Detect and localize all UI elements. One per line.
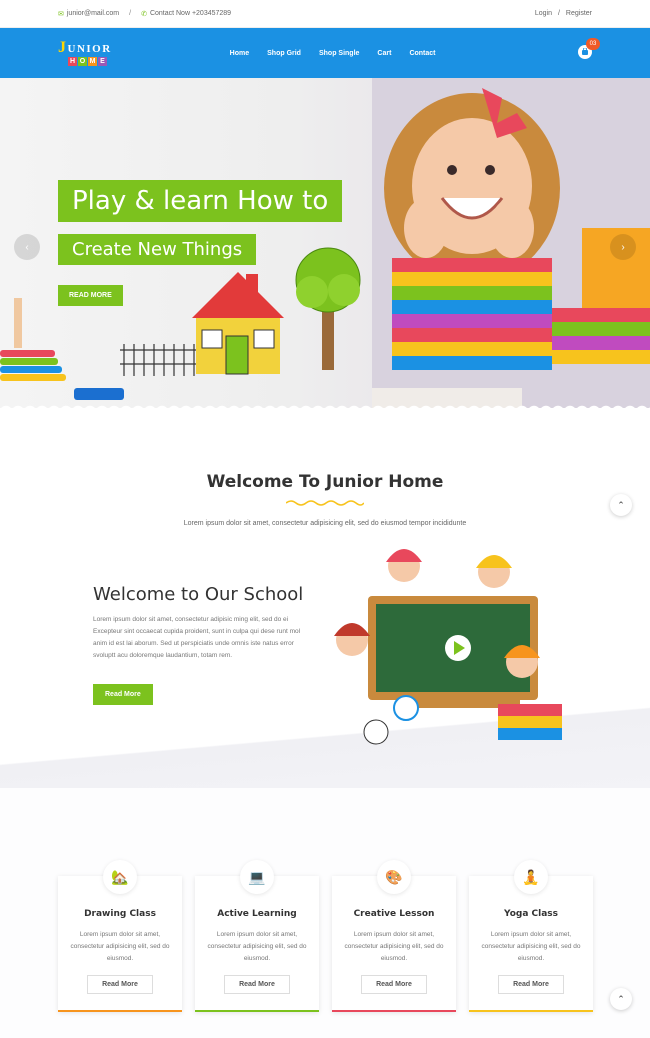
class-card-drawing: 🏡 Drawing Class Lorem ipsum dolor sit am… — [58, 860, 182, 1012]
scroll-top-button[interactable]: ⌃ — [610, 494, 632, 516]
class-read-more-button[interactable]: Read More — [87, 975, 153, 994]
mail-icon: ✉ — [58, 10, 64, 18]
phone-icon: ✆ — [141, 10, 147, 18]
card-accent-bar — [58, 1010, 182, 1012]
register-link[interactable]: Register — [566, 10, 592, 17]
nav-home[interactable]: Home — [230, 50, 249, 57]
separator: / — [557, 10, 560, 17]
hero-headline: Play & learn How to — [58, 180, 343, 222]
nav-shop-single[interactable]: Shop Single — [319, 50, 359, 57]
contact-info[interactable]: ✆ Contact Now +203457289 — [141, 10, 231, 18]
yoga-icon: 🧘 — [514, 860, 548, 894]
class-read-more-button[interactable]: Read More — [498, 975, 564, 994]
email-info[interactable]: ✉ junior@mail.com — [58, 10, 119, 18]
chevron-left-icon: ‹ — [25, 241, 29, 253]
class-card-yoga: 🧘 Yoga Class Lorem ipsum dolor sit amet,… — [469, 860, 593, 1012]
nav-shop-grid[interactable]: Shop Grid — [267, 50, 301, 57]
scroll-top-button[interactable]: ⌃ — [610, 988, 632, 1010]
welcome-title: Welcome To Junior Home — [206, 472, 444, 492]
chevron-right-icon: › — [621, 241, 625, 253]
slider-prev-arrow[interactable]: ‹ — [14, 234, 40, 260]
class-title: Creative Lesson — [353, 909, 435, 919]
tree-drawing — [295, 247, 361, 370]
hero-subheadline: Create New Things — [58, 234, 257, 265]
chevron-up-icon: ⌃ — [617, 993, 625, 1004]
login-link[interactable]: Login — [535, 10, 552, 17]
class-read-more-button[interactable]: Read More — [224, 975, 290, 994]
logo[interactable]: JUNIOR HOME — [58, 40, 112, 66]
hero-read-more-button[interactable]: READ MORE — [58, 285, 123, 306]
class-description: Lorem ipsum dolor sit amet, consectetur … — [344, 931, 444, 962]
hero-slider: Play & learn How to Create New Things RE… — [0, 78, 650, 408]
school-title: Welcome to Our School — [93, 584, 304, 605]
palette-icon: 🎨 — [377, 860, 411, 894]
nav-cart[interactable]: Cart — [377, 50, 391, 57]
class-card-creative-lesson: 🎨 Creative Lesson Lorem ipsum dolor sit … — [332, 860, 456, 1012]
fence-drawing — [120, 344, 196, 376]
school-read-more-button[interactable]: Read More — [93, 684, 153, 705]
class-title: Active Learning — [217, 909, 297, 919]
class-description: Lorem ipsum dolor sit amet, consectetur … — [481, 931, 581, 962]
class-read-more-button[interactable]: Read More — [361, 975, 427, 994]
house-drawing — [192, 272, 284, 375]
title-underline-decoration — [286, 500, 364, 506]
class-title: Drawing Class — [84, 909, 156, 919]
card-accent-bar — [332, 1010, 456, 1012]
top-bar: ✉ junior@mail.com / ✆ Contact Now +20345… — [0, 0, 650, 28]
kids-blackboard-illustration — [334, 549, 562, 745]
welcome-subtitle: Lorem ipsum dolor sit amet, consectetur … — [183, 520, 467, 527]
computer-icon: 💻 — [240, 860, 274, 894]
class-description: Lorem ipsum dolor sit amet, consectetur … — [70, 931, 170, 962]
card-accent-bar — [469, 1010, 593, 1012]
nav-menu: Home Shop Grid Shop Single Cart Contact — [230, 50, 436, 57]
house-icon: 🏡 — [103, 860, 137, 894]
class-description: Lorem ipsum dolor sit amet, consectetur … — [207, 931, 307, 962]
card-accent-bar — [195, 1010, 319, 1012]
class-card-active-learning: 💻 Active Learning Lorem ipsum dolor sit … — [195, 860, 319, 1012]
slider-next-arrow[interactable]: › — [610, 234, 636, 260]
welcome-section: Welcome To Junior Home Lorem ipsum dolor… — [0, 408, 650, 788]
class-title: Yoga Class — [504, 909, 558, 919]
main-navbar: JUNIOR HOME Home Shop Grid Shop Single C… — [0, 28, 650, 84]
chevron-up-icon: ⌃ — [617, 499, 625, 510]
smiling-girl-photo — [372, 78, 650, 408]
nav-contact[interactable]: Contact — [409, 50, 435, 57]
classes-section: 🏡 Drawing Class Lorem ipsum dolor sit am… — [0, 788, 650, 1038]
school-description: Lorem ipsum dolor sit amet, consectetur … — [93, 616, 301, 659]
toy-stack-illustration — [0, 298, 124, 400]
cart-count-badge: 03 — [586, 38, 600, 50]
